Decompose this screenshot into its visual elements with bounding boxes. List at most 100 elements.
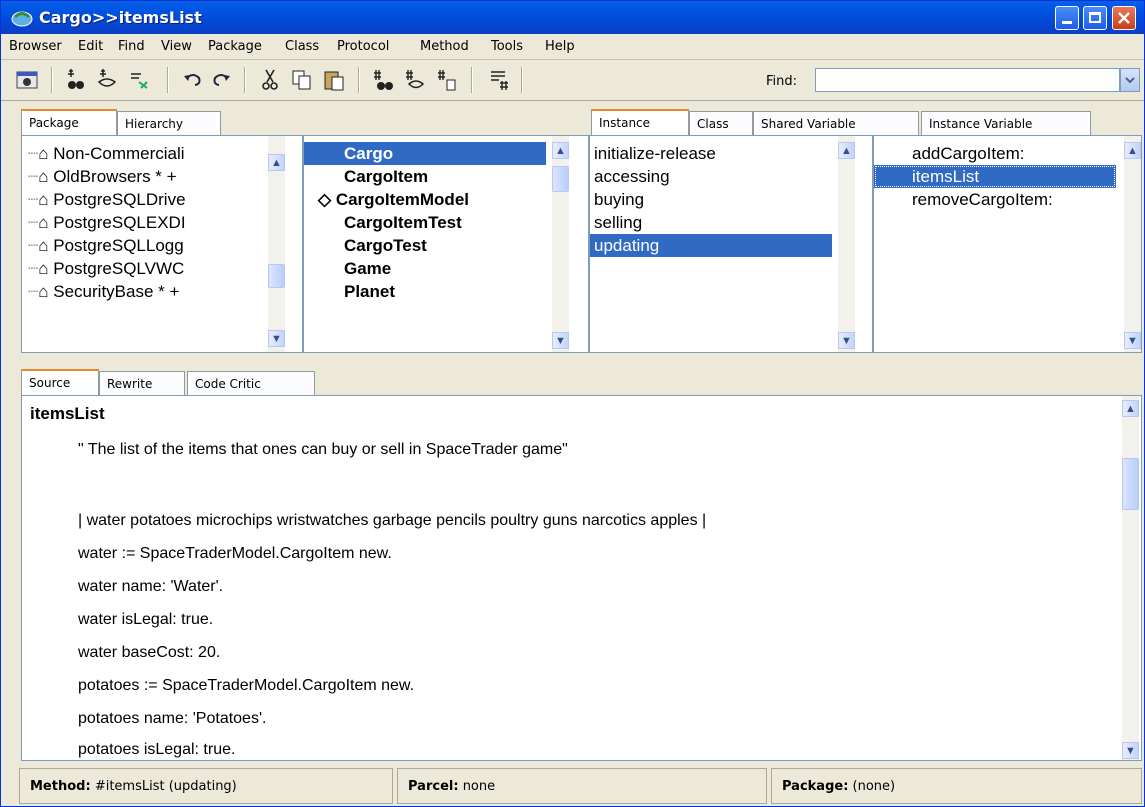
package-item[interactable]: ┈⌂ PostgreSQLLogg <box>28 234 184 257</box>
undo-icon[interactable] <box>181 68 205 92</box>
scroll-up-button[interactable]: ▲ <box>1124 142 1141 159</box>
class-item-selected[interactable]: Cargo <box>304 142 546 165</box>
protocol-item[interactable]: accessing <box>594 165 670 188</box>
scroll-up-button[interactable]: ▲ <box>838 142 855 159</box>
code-tool-icon[interactable] <box>487 68 511 92</box>
status-method: Method: #itemsList (updating) <box>19 768 393 804</box>
menu-find[interactable]: Find <box>118 39 145 54</box>
package-item[interactable]: ┈⌂ PostgreSQLVWC <box>28 257 184 280</box>
cut-icon[interactable] <box>258 68 282 92</box>
class-item[interactable]: Planet <box>304 280 395 303</box>
browse-window-icon[interactable] <box>15 68 39 92</box>
package-icon: ⌂ <box>38 282 49 301</box>
source-editor[interactable]: itemsList " The list of the items that o… <box>21 395 1142 761</box>
class-item[interactable]: CargoItem <box>304 165 428 188</box>
scroll-up-button[interactable]: ▲ <box>552 142 569 159</box>
class-item[interactable]: ◇ CargoItemModel <box>304 188 469 211</box>
protocol-item-selected[interactable]: updating <box>590 234 832 257</box>
protocol-item[interactable]: buying <box>594 188 644 211</box>
code-line: potatoes := SpaceTraderModel.CargoItem n… <box>78 677 415 694</box>
menu-class[interactable]: Class <box>285 39 319 54</box>
protocol-item[interactable]: selling <box>594 211 642 234</box>
chevron-down-icon <box>1125 77 1135 84</box>
scroll-down-button[interactable]: ▼ <box>838 332 855 349</box>
code-line: water name: 'Water'. <box>78 578 224 595</box>
paste-icon[interactable] <box>322 68 346 92</box>
diamond-icon: ◇ <box>318 190 332 209</box>
package-icon: ⌂ <box>38 144 49 163</box>
redo-icon[interactable] <box>209 68 233 92</box>
tab-source[interactable]: Source <box>21 369 99 395</box>
status-package: Package: (none) <box>771 768 1142 804</box>
toolbar-separator <box>51 67 53 93</box>
menu-edit[interactable]: Edit <box>78 39 103 54</box>
package-icon: ⌂ <box>38 213 49 232</box>
method-senders-icon[interactable] <box>435 68 459 92</box>
package-list-scrollbar[interactable]: ▲ ▼ <box>268 136 285 352</box>
scroll-thumb[interactable] <box>1122 458 1139 510</box>
class-item[interactable]: Game <box>304 257 391 280</box>
package-item[interactable]: ┈⌂ Non-Commerciali <box>28 142 185 165</box>
browse-implementors-icon[interactable] <box>127 68 151 92</box>
find-method-icon[interactable] <box>371 68 395 92</box>
class-list[interactable]: Cargo CargoItem ◇ CargoItemModel CargoIt… <box>303 135 589 353</box>
method-item[interactable]: removeCargoItem: <box>874 188 1053 211</box>
browse-references-icon[interactable] <box>95 68 119 92</box>
method-item-selected[interactable]: itemsList <box>874 165 1116 188</box>
menu-method[interactable]: Method <box>420 39 469 54</box>
class-item[interactable]: CargoItemTest <box>304 211 462 234</box>
package-item[interactable]: ┈⌂ SecurityBase * + <box>28 280 179 303</box>
toolbar-separator <box>521 67 523 93</box>
protocol-list[interactable]: initialize-release accessing buying sell… <box>589 135 873 353</box>
close-button[interactable] <box>1112 6 1136 30</box>
scroll-up-button[interactable]: ▲ <box>268 154 285 171</box>
method-item[interactable]: addCargoItem: <box>874 142 1024 165</box>
maximize-button[interactable] <box>1083 6 1107 30</box>
title-bar[interactable]: Cargo>>itemsList <box>1 1 1144 34</box>
toolbar-separator <box>167 67 169 93</box>
scroll-down-button[interactable]: ▼ <box>268 330 285 347</box>
tab-rewrite[interactable]: Rewrite <box>99 371 185 395</box>
toolbar-separator <box>244 67 246 93</box>
app-icon <box>11 11 33 27</box>
source-scrollbar[interactable]: ▲ ▼ <box>1122 396 1139 760</box>
menu-protocol[interactable]: Protocol <box>337 39 389 54</box>
scroll-thumb[interactable] <box>268 264 285 288</box>
package-item[interactable]: ┈⌂ PostgreSQLDrive <box>28 188 186 211</box>
scroll-thumb[interactable] <box>552 166 569 192</box>
class-item[interactable]: CargoTest <box>304 234 427 257</box>
tab-shared-variable[interactable]: Shared Variable <box>753 111 919 135</box>
package-list[interactable]: ┈⌂ Non-Commerciali ┈⌂ OldBrowsers * + ┈⌂… <box>21 135 303 353</box>
window-title: Cargo>>itemsList <box>39 8 202 27</box>
package-item[interactable]: ┈⌂ OldBrowsers * + <box>28 165 177 188</box>
method-references-icon[interactable] <box>403 68 427 92</box>
scroll-down-button[interactable]: ▼ <box>1122 742 1139 759</box>
tab-class[interactable]: Class <box>689 111 753 135</box>
app-window: Cargo>>itemsList Browser Edit Find View … <box>0 0 1145 807</box>
tab-instance[interactable]: Instance <box>591 109 689 135</box>
minimize-button[interactable] <box>1055 6 1079 30</box>
menu-tools[interactable]: Tools <box>491 39 523 54</box>
menu-package[interactable]: Package <box>208 39 262 54</box>
protocol-list-scrollbar[interactable]: ▲ ▼ <box>838 136 855 352</box>
tab-instance-variable[interactable]: Instance Variable <box>921 111 1091 135</box>
package-item[interactable]: ┈⌂ PostgreSQLEXDI <box>28 211 186 234</box>
menu-browser[interactable]: Browser <box>9 39 62 54</box>
scroll-down-button[interactable]: ▼ <box>1124 332 1141 349</box>
scroll-down-button[interactable]: ▼ <box>552 332 569 349</box>
menu-view[interactable]: View <box>161 39 192 54</box>
protocol-item[interactable]: initialize-release <box>594 142 716 165</box>
tab-hierarchy[interactable]: Hierarchy <box>117 111 221 135</box>
method-list-scrollbar[interactable]: ▲ ▼ <box>1124 136 1141 352</box>
copy-icon[interactable] <box>290 68 314 92</box>
method-list[interactable]: addCargoItem: itemsList removeCargoItem:… <box>873 135 1142 353</box>
tab-package[interactable]: Package <box>21 109 117 135</box>
class-list-scrollbar[interactable]: ▲ ▼ <box>552 136 569 352</box>
find-class-icon[interactable] <box>63 68 87 92</box>
scroll-up-button[interactable]: ▲ <box>1122 400 1139 417</box>
tab-code-critic[interactable]: Code Critic <box>187 371 315 395</box>
menu-help[interactable]: Help <box>545 39 575 54</box>
find-label: Find: <box>766 74 798 89</box>
find-dropdown-button[interactable] <box>1120 68 1140 92</box>
find-input[interactable] <box>815 68 1120 92</box>
